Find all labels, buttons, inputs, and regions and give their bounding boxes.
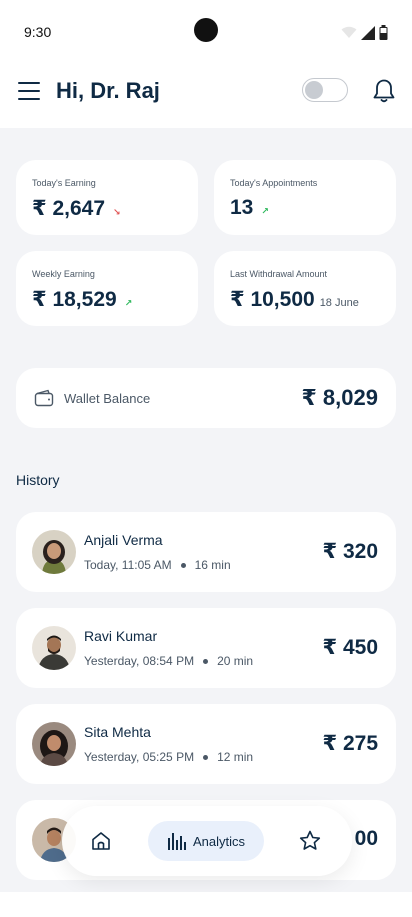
trend-up-icon: ↗ bbox=[261, 206, 269, 216]
history-amount: ₹ 450 bbox=[322, 636, 378, 659]
status-bar: 9:30 bbox=[0, 0, 412, 62]
avatar bbox=[32, 626, 76, 670]
avatar bbox=[32, 530, 76, 574]
toggle-knob bbox=[305, 81, 323, 99]
wallet-label: Wallet Balance bbox=[64, 391, 151, 406]
history-duration: 12 min bbox=[217, 750, 254, 764]
separator-dot bbox=[203, 754, 209, 760]
tab-analytics[interactable]: Analytics bbox=[148, 821, 264, 861]
wifi-icon bbox=[341, 26, 357, 38]
bottom-navigation: Analytics bbox=[62, 806, 352, 876]
separator-dot bbox=[180, 562, 186, 568]
history-amount: ₹ 275 bbox=[322, 732, 378, 755]
stat-label: Today's Earning bbox=[32, 178, 96, 188]
history-meta: Yesterday, 08:54 PM 20 min bbox=[84, 654, 253, 668]
trend-down-icon: ↘ bbox=[113, 207, 121, 217]
home-icon[interactable] bbox=[90, 830, 112, 852]
separator-dot bbox=[203, 658, 209, 664]
history-amount: ₹ 320 bbox=[322, 540, 378, 563]
star-icon[interactable] bbox=[298, 829, 322, 853]
withdrawal-date: 18 June bbox=[319, 297, 359, 309]
history-time: Today, 11:05 AM bbox=[84, 558, 172, 572]
history-item[interactable]: Sita Mehta Yesterday, 05:25 PM 12 min ₹ … bbox=[16, 704, 396, 784]
stat-value: ₹ 18,529 ↗ bbox=[32, 287, 132, 312]
hamburger-menu-icon[interactable] bbox=[18, 82, 40, 100]
stat-amount: 13 bbox=[230, 196, 254, 219]
bottom-sheet-edge bbox=[0, 892, 412, 917]
stat-label: Weekly Earning bbox=[32, 269, 95, 279]
wallet-icon bbox=[34, 389, 54, 407]
stat-card-today-appointments[interactable]: Today's Appointments 13 ↗ bbox=[214, 160, 396, 235]
history-time: Yesterday, 08:54 PM bbox=[84, 654, 195, 668]
wallet-balance-card[interactable]: Wallet Balance ₹ 8,029 bbox=[16, 368, 396, 428]
app-header: Hi, Dr. Raj bbox=[0, 62, 412, 128]
stat-card-weekly-earning[interactable]: Weekly Earning ₹ 18,529 ↗ bbox=[16, 251, 198, 326]
history-amount: 00 bbox=[354, 827, 378, 850]
stat-amount: ₹ 2,647 bbox=[32, 197, 105, 220]
stat-label: Last Withdrawal Amount bbox=[230, 269, 328, 279]
stat-card-today-earning[interactable]: Today's Earning ₹ 2,647 ↘ bbox=[16, 160, 198, 235]
history-item[interactable]: Ravi Kumar Yesterday, 08:54 PM 20 min ₹ … bbox=[16, 608, 396, 688]
camera-cutout bbox=[194, 18, 218, 42]
history-item[interactable]: Anjali Verma Today, 11:05 AM 16 min ₹ 32… bbox=[16, 512, 396, 592]
page-title: Hi, Dr. Raj bbox=[56, 78, 160, 103]
history-duration: 20 min bbox=[217, 654, 254, 668]
tab-analytics-label: Analytics bbox=[192, 833, 246, 849]
stat-value: ₹ 10,500 18 June bbox=[230, 287, 359, 312]
history-duration: 16 min bbox=[194, 558, 231, 572]
status-time: 9:30 bbox=[24, 24, 52, 40]
avatar bbox=[32, 722, 76, 766]
availability-toggle[interactable] bbox=[302, 78, 348, 102]
patient-name: Anjali Verma bbox=[84, 532, 163, 548]
battery-icon bbox=[379, 25, 388, 40]
stat-card-last-withdrawal[interactable]: Last Withdrawal Amount ₹ 10,500 18 June bbox=[214, 251, 396, 326]
stat-label: Today's Appointments bbox=[230, 178, 318, 188]
stat-amount: ₹ 10,500 bbox=[230, 288, 315, 311]
bell-icon[interactable] bbox=[372, 78, 396, 104]
stat-value: ₹ 2,647 ↘ bbox=[32, 196, 121, 221]
system-icons bbox=[341, 25, 388, 40]
patient-name: Sita Mehta bbox=[84, 724, 151, 740]
analytics-icon bbox=[167, 833, 186, 850]
history-time: Yesterday, 05:25 PM bbox=[84, 750, 195, 764]
signal-icon bbox=[361, 25, 375, 40]
stat-amount: ₹ 18,529 bbox=[32, 288, 117, 311]
stat-value: 13 ↗ bbox=[230, 196, 269, 220]
wallet-value: ₹ 8,029 bbox=[301, 385, 378, 410]
history-meta: Today, 11:05 AM 16 min bbox=[84, 558, 231, 572]
trend-up-icon: ↗ bbox=[124, 298, 133, 308]
history-title: History bbox=[16, 472, 60, 488]
history-meta: Yesterday, 05:25 PM 12 min bbox=[84, 750, 253, 764]
patient-name: Ravi Kumar bbox=[84, 628, 158, 644]
